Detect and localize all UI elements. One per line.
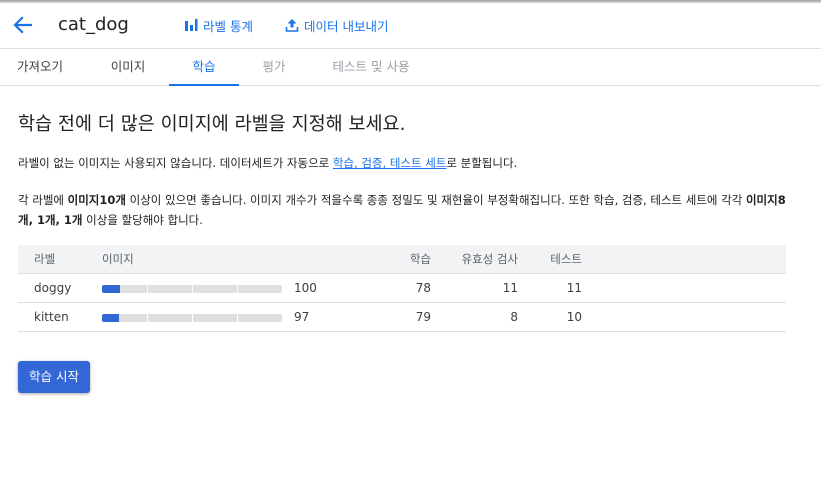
app-header: cat_dog 라벨 통계 데이터 내보내기 [0,3,821,48]
tab-import[interactable]: 가져오기 [0,49,80,86]
p2-text-e: 이상을 할당해야 합니다. [82,213,203,227]
dataset-title: cat_dog [58,14,129,35]
row-train-count: 78 [415,281,431,295]
tab-train[interactable]: 학습 [169,49,239,86]
row-image-count: 100 [294,281,317,295]
header-label: 라벨 [34,252,56,266]
bar-divider [192,285,193,293]
row-validation-count: 8 [510,310,518,324]
header-validation: 유효성 검사 [461,252,518,266]
table-row: doggy 100 78 11 11 [18,274,786,303]
label-stats-label: 라벨 통계 [203,18,253,34]
info-paragraph-recommendation: 각 라벨에 이미지10개 이상이 있으면 좋습니다. 이미지 개수가 적을수록 … [18,190,794,230]
row-label: doggy [34,281,72,295]
image-count-bar [102,314,282,322]
p1-text-before: 라벨이 없는 이미지는 사용되지 않습니다. 데이터세트가 자동으로 [18,156,333,170]
table-header-row: 라벨 이미지 학습 유효성 검사 테스트 [18,245,786,274]
row-test-count: 10 [566,310,582,324]
bar-chart-icon [185,19,198,31]
table-row: kitten 97 79 8 10 [18,303,786,332]
info-paragraph-split: 라벨이 없는 이미지는 사용되지 않습니다. 데이터세트가 자동으로 학습, 검… [18,154,808,172]
tab-images[interactable]: 이미지 [88,49,168,86]
p1-text-after: 로 분할됩니다. [446,156,518,170]
image-count-bar [102,285,282,293]
row-image-count: 97 [294,310,310,324]
image-count-bar-fill [102,314,120,322]
header-images: 이미지 [102,252,134,266]
upload-icon [285,19,299,32]
tab-test-and-use: 테스트 및 사용 [332,59,410,74]
label-stats-button[interactable]: 라벨 통계 [184,15,253,35]
row-train-count: 79 [415,310,431,324]
export-data-button[interactable]: 데이터 내보내기 [285,15,388,35]
back-arrow-icon[interactable] [10,12,36,38]
export-data-label: 데이터 내보내기 [304,18,389,34]
image-count-bar-fill [102,285,120,293]
label-table: 라벨 이미지 학습 유효성 검사 테스트 doggy 100 78 11 11 … [18,245,786,332]
p2-text-a: 각 라벨에 [18,193,68,207]
bar-divider [147,285,148,293]
split-sets-link[interactable]: 학습, 검증, 테스트 세트 [333,156,447,170]
p2-bold-min-images: 이미지10개 [67,193,126,207]
bar-divider [237,285,238,293]
tab-evaluate: 평가 [262,59,286,74]
header-test: 테스트 [550,252,582,266]
page-heading: 학습 전에 더 많은 이미지에 라벨을 지정해 보세요. [18,114,406,135]
row-validation-count: 11 [502,281,518,295]
p2-text-c: 이상이 있으면 좋습니다. 이미지 개수가 적을수록 종종 정밀도 및 재현율이… [125,193,746,207]
bar-divider [237,314,238,322]
tab-bar: 가져오기 이미지 학습 평가 테스트 및 사용 [0,48,821,86]
bar-divider [147,314,148,322]
header-train: 학습 [409,252,431,266]
row-test-count: 11 [566,281,582,295]
row-label: kitten [34,310,69,324]
start-training-button[interactable]: 학습 시작 [18,361,90,393]
bar-divider [192,314,193,322]
